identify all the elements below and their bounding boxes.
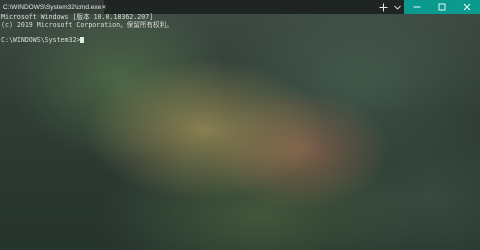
close-button[interactable] — [455, 0, 480, 14]
text-cursor — [80, 37, 85, 44]
terminal-output[interactable]: Microsoft Windows [版本 10.0.18362.207] (c… — [1, 13, 480, 250]
maximize-icon — [438, 3, 446, 11]
minimize-icon — [413, 6, 421, 8]
title-bar: C:\WINDOWS\System32\cmd.exe ✕ — [0, 0, 480, 14]
chevron-down-icon — [393, 5, 401, 10]
terminal-window: C:\WINDOWS\System32\cmd.exe ✕ Microsoft … — [0, 0, 480, 250]
tab-cmd[interactable]: C:\WINDOWS\System32\cmd.exe ✕ — [0, 0, 106, 14]
terminal-line: (c) 2019 Microsoft Corporation。保留所有权利。 — [1, 20, 173, 29]
tab-dropdown-button[interactable] — [390, 0, 404, 14]
maximize-button[interactable] — [429, 0, 454, 14]
window-controls — [404, 0, 480, 14]
minimize-button[interactable] — [404, 0, 429, 14]
close-icon — [463, 3, 471, 11]
close-icon[interactable]: ✕ — [101, 4, 106, 11]
prompt-line[interactable]: C:\WINDOWS\System32> — [1, 36, 480, 45]
plus-icon — [379, 3, 387, 11]
new-tab-button[interactable] — [376, 0, 390, 14]
tab-title: C:\WINDOWS\System32\cmd.exe — [3, 3, 102, 11]
command-prompt: C:\WINDOWS\System32> — [1, 36, 81, 45]
